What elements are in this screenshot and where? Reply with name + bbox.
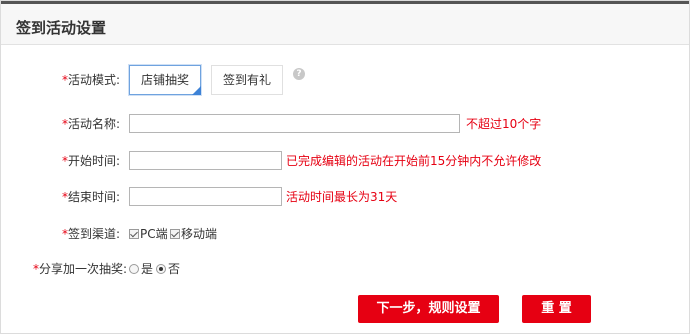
channel-label: *签到渠道: <box>62 226 120 242</box>
next-step-button[interactable]: 下一步，规则设置 <box>358 295 499 323</box>
end-time-input[interactable] <box>129 187 282 206</box>
end-time-hint: 活动时间最长为31天 <box>286 190 398 204</box>
mode-option-label: 店铺抽奖 <box>140 73 189 87</box>
name-hint: 不超过10个字 <box>466 117 542 131</box>
mode-option-shop-lottery[interactable]: 店铺抽奖 <box>129 65 201 95</box>
end-time-label: *结束时间: <box>62 189 120 205</box>
page-title: 签到活动设置 <box>16 19 107 37</box>
mode-option-checkin-gift[interactable]: 签到有礼 <box>211 65 283 95</box>
selected-corner-icon <box>192 86 201 95</box>
question-circle-icon[interactable]: ? <box>293 68 305 80</box>
share-label: *分享加一次抽奖: <box>33 261 127 277</box>
name-label: *活动名称: <box>62 116 120 132</box>
reset-button[interactable]: 重 置 <box>522 295 591 323</box>
pc-option-label: PC端 <box>140 227 168 241</box>
mobile-option-label: 移动端 <box>181 227 218 241</box>
start-time-input[interactable] <box>129 151 282 170</box>
share-yes-label: 是 <box>141 262 154 276</box>
mode-option-label: 签到有礼 <box>222 73 271 87</box>
start-time-label-text: 开始时间: <box>68 154 121 168</box>
mode-label: *活动模式: <box>62 72 120 88</box>
share-no-label: 否 <box>168 262 181 276</box>
end-time-label-text: 结束时间: <box>68 190 121 204</box>
activity-name-input[interactable] <box>129 114 460 133</box>
share-yes-radio[interactable] <box>129 264 139 274</box>
panel-header: 签到活动设置 <box>1 1 689 45</box>
header-top-border <box>1 1 689 4</box>
start-time-hint: 已完成编辑的活动在开始前15分钟内不允许修改 <box>286 154 542 168</box>
channel-label-text: 签到渠道: <box>68 227 121 241</box>
share-label-text: 分享加一次抽奖: <box>39 262 128 276</box>
mode-label-text: 活动模式: <box>68 73 121 87</box>
name-label-text: 活动名称: <box>68 117 121 131</box>
mobile-checkbox[interactable] <box>170 229 180 239</box>
share-no-radio[interactable] <box>156 264 166 274</box>
start-time-label: *开始时间: <box>62 153 120 169</box>
pc-checkbox[interactable] <box>129 229 139 239</box>
